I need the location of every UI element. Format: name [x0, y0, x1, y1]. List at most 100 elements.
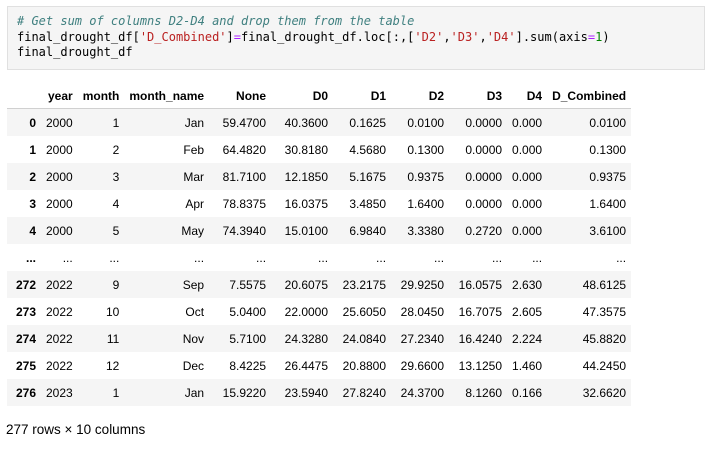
table-cell: 12	[106, 358, 120, 373]
table-cell: Jan	[184, 385, 205, 400]
table-cell: 27.8240	[342, 385, 387, 400]
table-row: 275 2022 12 Dec 8.4225 26.4475 20.8800 29.6600 1…	[7, 352, 632, 379]
table-cell: Nov	[182, 331, 205, 346]
table-cell: Sep	[182, 277, 205, 292]
col-header-month: month	[82, 89, 120, 103]
table-cell: 2000	[46, 196, 73, 211]
code-comment: # Get sum of columns D2-D4 and drop them…	[17, 14, 415, 28]
table-cell: 13.1250	[458, 358, 503, 373]
table-cell: 16.0575	[458, 277, 503, 292]
table-row: 273 2022 10 Oct 5.0400 22.0000 25.6050 28.0450 1…	[7, 298, 632, 325]
table-cell: 24.3280	[284, 331, 329, 346]
row-index: 276	[15, 385, 36, 400]
table-cell: 6.9840	[349, 223, 387, 238]
table-cell: 15.0100	[284, 223, 329, 238]
table-cell: 2022	[46, 358, 73, 373]
table-cell: Apr	[185, 196, 205, 211]
table-cell: 0.0100	[589, 115, 627, 130]
table-cell: 5.7100	[229, 331, 267, 346]
table-cell: 1	[112, 385, 120, 400]
table-cell: 0.9375	[589, 169, 627, 184]
table-cell: 2000	[46, 169, 73, 184]
col-header-d4: D4	[526, 89, 543, 103]
table-row: 4 2000 5 May 74.3940 15.0100 6.9840 3.3380 0.272…	[7, 217, 632, 244]
table-cell: 0.0100	[407, 115, 445, 130]
table-cell: 0.1625	[349, 115, 387, 130]
table-cell: 24.0840	[342, 331, 387, 346]
code-var: final_drought_df	[17, 29, 133, 44]
table-cell: 2022	[46, 277, 73, 292]
row-index: 272	[15, 277, 36, 292]
table-cell: 11	[106, 331, 120, 346]
table-cell: 2022	[46, 331, 73, 346]
table-cell: 59.4700	[222, 115, 267, 130]
table-cell: 64.4820	[222, 142, 267, 157]
table-cell: 25.6050	[342, 304, 387, 319]
table-cell: 0.000	[512, 115, 543, 130]
table-cell: 5	[112, 223, 120, 238]
dataframe-shape: 277 rows × 10 columns	[6, 422, 146, 437]
code-line-3: final_drought_df	[17, 45, 133, 59]
row-index: 0	[29, 115, 36, 130]
col-header-d3: D3	[486, 89, 503, 103]
table-cell: 12.1850	[284, 169, 329, 184]
table-cell: ...	[256, 250, 267, 265]
table-cell: ...	[62, 250, 73, 265]
table-cell: 27.2340	[400, 331, 445, 346]
table-cell: Oct	[185, 304, 205, 319]
table-cell: 16.4240	[458, 331, 503, 346]
code-key-string: 'D_Combined'	[139, 29, 227, 44]
table-cell: 0.000	[512, 223, 543, 238]
col-header-d0: D0	[312, 89, 329, 103]
table-cell: 0.9375	[407, 169, 445, 184]
table-cell: 23.2175	[342, 277, 387, 292]
table-cell: 2.605	[512, 304, 543, 319]
table-cell: 16.7075	[458, 304, 503, 319]
code-col-d4: 'D4'	[486, 29, 516, 44]
row-index: 274	[15, 331, 36, 346]
table-cell: 5.1675	[349, 169, 387, 184]
code-sum: ].sum(axis	[515, 29, 588, 44]
table-row: 3 2000 4 Apr 78.8375 16.0375 3.4850 1.6400 0.000…	[7, 190, 632, 217]
row-index: 275	[15, 358, 36, 373]
table-row: .................................	[7, 244, 632, 271]
table-cell: 28.0450	[400, 304, 445, 319]
table-cell: ...	[194, 250, 205, 265]
table-cell: 30.8180	[284, 142, 329, 157]
table-cell: 3.4850	[349, 196, 387, 211]
row-index: ...	[25, 250, 36, 265]
table-cell: 2	[112, 142, 120, 157]
table-cell: 5.0400	[229, 304, 267, 319]
table-cell: 2000	[46, 142, 73, 157]
index-header	[7, 84, 41, 109]
table-cell: 44.2450	[582, 358, 627, 373]
output-area: year month month_name None D0 D1 D2 D3 D…	[7, 84, 632, 406]
code-col-d2: 'D2'	[414, 29, 444, 44]
table-cell: Dec	[182, 358, 205, 373]
table-cell: Feb	[183, 142, 205, 157]
table-cell: 0.1300	[407, 142, 445, 157]
table-cell: 26.4475	[284, 358, 329, 373]
table-cell: 0.0000	[465, 196, 503, 211]
col-header-year: year	[48, 89, 73, 103]
code-loc: .loc[:,	[356, 29, 408, 44]
table-row: 0 2000 1 Jan 59.4700 40.3600 0.1625 0.0100 0.000…	[7, 108, 632, 136]
col-header-d1: D1	[370, 89, 387, 103]
table-cell: 0.166	[512, 385, 543, 400]
table-cell: 2000	[46, 115, 73, 130]
table-row: 1 2000 2 Feb 64.4820 30.8180 4.5680 0.1300 0.000…	[7, 136, 632, 163]
col-header-month-name: month_name	[129, 89, 205, 103]
table-cell: 23.5940	[284, 385, 329, 400]
table-cell: 7.5575	[229, 277, 267, 292]
table-cell: ...	[434, 250, 445, 265]
table-cell: 32.6620	[582, 385, 627, 400]
table-cell: 8.1260	[465, 385, 503, 400]
table-cell: 48.6125	[582, 277, 627, 292]
table-cell: ...	[318, 250, 329, 265]
code-cell[interactable]: # Get sum of columns D2-D4 and drop them…	[7, 6, 705, 70]
table-cell: 29.9250	[400, 277, 445, 292]
table-cell: 20.6075	[284, 277, 329, 292]
table-row: 274 2022 11 Nov 5.7100 24.3280 24.0840 27.2340 1…	[7, 325, 632, 352]
row-index: 3	[29, 196, 36, 211]
table-header-row: year month month_name None D0 D1 D2 D3 D…	[7, 84, 632, 109]
